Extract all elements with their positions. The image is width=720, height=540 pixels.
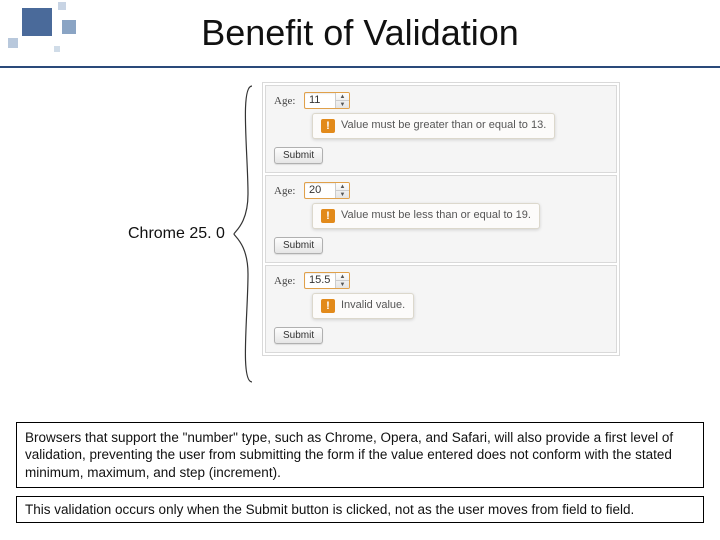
input-value: 20 <box>305 183 335 198</box>
footer-note-2: This validation occurs only when the Sub… <box>16 496 704 523</box>
step-down-icon[interactable]: ▼ <box>336 191 349 198</box>
step-down-icon[interactable]: ▼ <box>336 281 349 288</box>
footer-note-1: Browsers that support the "number" type,… <box>16 422 704 488</box>
submit-button[interactable]: Submit <box>274 147 323 164</box>
title-underline <box>0 66 720 68</box>
step-up-icon[interactable]: ▲ <box>336 93 349 101</box>
warning-icon: ! <box>321 119 335 133</box>
page-title: Benefit of Validation <box>0 12 720 54</box>
number-stepper[interactable]: ▲ ▼ <box>335 93 349 108</box>
corner-decor <box>58 2 66 10</box>
field-label: Age: <box>274 185 300 197</box>
browser-label: Chrome 25. 0 <box>128 225 225 243</box>
example-panel: Age: 11 ▲ ▼ ! Value must be greater than… <box>265 85 617 173</box>
submit-button[interactable]: Submit <box>274 327 323 344</box>
validation-message: Invalid value. <box>341 299 405 313</box>
example-panel: Age: 20 ▲ ▼ ! Value must be less than or… <box>265 175 617 263</box>
age-input[interactable]: 11 ▲ ▼ <box>304 92 350 109</box>
validation-message: Value must be less than or equal to 19. <box>341 209 531 223</box>
validation-tooltip: ! Value must be greater than or equal to… <box>312 113 555 139</box>
input-value: 15.5 <box>305 273 335 288</box>
example-panel: Age: 15.5 ▲ ▼ ! Invalid value. Submit <box>265 265 617 353</box>
warning-icon: ! <box>321 299 335 313</box>
field-label: Age: <box>274 95 300 107</box>
step-up-icon[interactable]: ▲ <box>336 273 349 281</box>
submit-button[interactable]: Submit <box>274 237 323 254</box>
validation-tooltip: ! Invalid value. <box>312 293 414 319</box>
validation-examples: Age: 11 ▲ ▼ ! Value must be greater than… <box>262 82 620 356</box>
step-up-icon[interactable]: ▲ <box>336 183 349 191</box>
step-down-icon[interactable]: ▼ <box>336 101 349 108</box>
input-value: 11 <box>305 93 335 108</box>
validation-message: Value must be greater than or equal to 1… <box>341 119 546 133</box>
age-input[interactable]: 20 ▲ ▼ <box>304 182 350 199</box>
number-stepper[interactable]: ▲ ▼ <box>335 273 349 288</box>
warning-icon: ! <box>321 209 335 223</box>
curly-brace <box>230 84 260 384</box>
validation-tooltip: ! Value must be less than or equal to 19… <box>312 203 540 229</box>
age-input[interactable]: 15.5 ▲ ▼ <box>304 272 350 289</box>
number-stepper[interactable]: ▲ ▼ <box>335 183 349 198</box>
field-label: Age: <box>274 275 300 287</box>
